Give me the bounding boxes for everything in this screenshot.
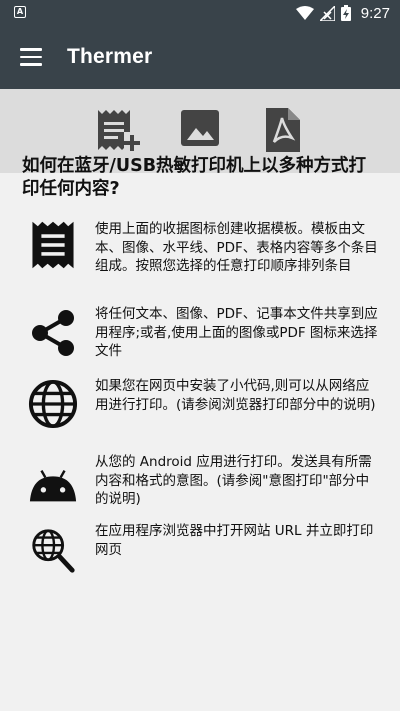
status-bar: A 9:27 [0,0,400,27]
globe-icon [28,379,78,429]
receipt-add-icon [98,110,140,151]
new-receipt-button[interactable] [96,108,140,152]
list-item-text: 在应用程序浏览器中打开网站 URL 并立即打印网页 [95,523,374,558]
wifi-icon [295,6,314,20]
app-bar: Thermer [0,27,400,89]
signal-icon [319,5,335,21]
list-item-text: 从您的 Android 应用进行打印。发送具有所需内容和格式的意图。(请参阅"意… [95,454,372,507]
status-icons: 9:27 [295,3,390,23]
image-icon [181,110,219,146]
list-item-text: 将任何文本、图像、PDF、记事本文件共享到应用程序;或者,使用上面的图像或PDF… [95,306,378,359]
app-notification-icon: A [14,6,26,18]
receipt-icon [32,221,74,269]
list-item-text: 使用上面的收据图标创建收据模板。模板由文本、图像、水平线、PDF、表格内容等多个… [95,221,378,274]
battery-charging-icon [340,5,351,21]
pdf-icon [266,108,300,152]
list-item-text: 如果您在网页中安装了小代码,则可以从网络应用进行打印。(请参阅浏览器打印部分中的… [95,378,376,413]
status-time: 9:27 [360,4,390,22]
android-icon [29,470,77,502]
page-heading: 如何在蓝牙/USB热敏打印机上以多种方式打印任何内容? [22,156,367,199]
image-button[interactable] [180,108,222,152]
menu-icon[interactable] [20,48,42,66]
app-title: Thermer [67,45,153,68]
share-icon [32,310,74,356]
web-search-icon [32,529,75,573]
pdf-button[interactable] [264,108,306,152]
